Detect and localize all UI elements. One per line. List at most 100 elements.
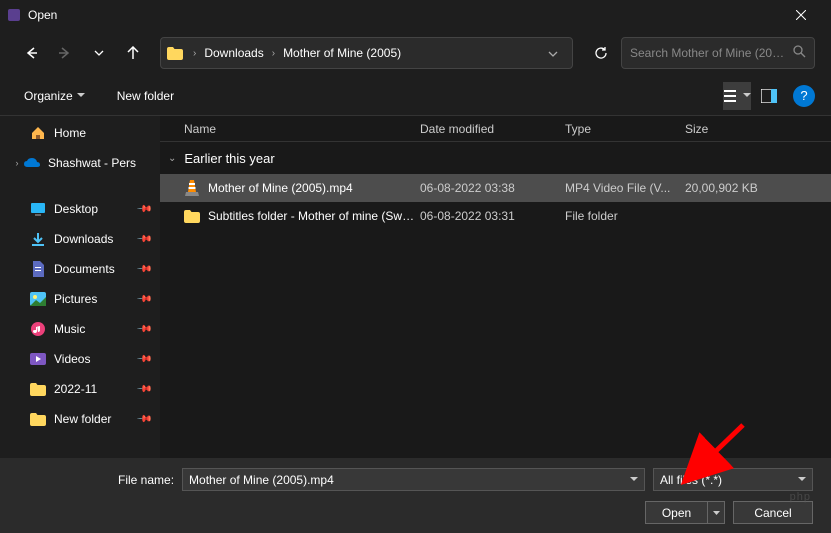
refresh-icon [594, 46, 608, 60]
app-icon [8, 9, 20, 21]
organize-button[interactable]: Organize [16, 85, 93, 107]
preview-pane-button[interactable] [755, 82, 783, 110]
file-row[interactable]: Subtitles folder - Mother of mine (Swede… [160, 202, 831, 230]
sidebar-item-onedrive[interactable]: › Shashwat - Pers [0, 148, 160, 178]
column-header-size[interactable]: Size [685, 122, 831, 136]
sidebar-item-desktop[interactable]: Desktop 📌 [0, 194, 160, 224]
sidebar-item-home[interactable]: Home [0, 118, 160, 148]
file-date: 06-08-2022 03:31 [420, 209, 565, 223]
chevron-down-icon [798, 477, 806, 482]
titlebar: Open [0, 0, 831, 30]
chevron-down-icon [94, 50, 104, 56]
preview-icon [761, 89, 777, 103]
pin-icon: 📌 [135, 321, 152, 338]
sidebar-item-downloads[interactable]: Downloads 📌 [0, 224, 160, 254]
filename-value: Mother of Mine (2005).mp4 [189, 473, 334, 487]
pin-icon: 📌 [135, 201, 152, 218]
chevron-down-icon [77, 93, 85, 98]
sidebar-item-label: Music [54, 322, 85, 336]
videos-icon [30, 351, 46, 367]
forward-button[interactable] [50, 38, 80, 68]
file-size: 20,00,902 KB [685, 181, 831, 195]
column-header-type[interactable]: Type [565, 122, 685, 136]
search-input[interactable]: Search Mother of Mine (200... [621, 37, 815, 69]
column-headers: Name Date modified Type Size [160, 116, 831, 142]
sidebar-item-label: Downloads [54, 232, 113, 246]
arrow-up-icon [126, 46, 140, 60]
sidebar-item-label: Home [54, 126, 86, 140]
sidebar-item-folder[interactable]: New folder 📌 [0, 404, 160, 434]
sidebar-item-label: Shashwat - Pers [48, 156, 136, 170]
sidebar-item-label: Documents [54, 262, 115, 276]
close-icon [796, 10, 806, 20]
column-header-name[interactable]: Name [160, 122, 420, 136]
cancel-button[interactable]: Cancel [733, 501, 813, 524]
pin-icon: 📌 [135, 411, 152, 428]
file-name: Mother of Mine (2005).mp4 [208, 181, 420, 195]
file-type: File folder [565, 209, 685, 223]
sidebar-item-folder[interactable]: 2022-11 📌 [0, 374, 160, 404]
view-list-button[interactable] [723, 82, 751, 110]
sidebar-item-label: Pictures [54, 292, 97, 306]
downloads-icon [30, 231, 46, 247]
breadcrumb-dropdown[interactable] [540, 44, 566, 62]
sidebar-item-pictures[interactable]: Pictures 📌 [0, 284, 160, 314]
chevron-down-icon [548, 51, 558, 57]
bottom-panel: File name: Mother of Mine (2005).mp4 All… [0, 458, 831, 533]
open-button[interactable]: Open [645, 501, 707, 524]
sidebar-item-label: Desktop [54, 202, 98, 216]
breadcrumb-item[interactable]: Downloads [200, 44, 267, 62]
search-placeholder: Search Mother of Mine (200... [630, 46, 787, 60]
cancel-label: Cancel [754, 506, 791, 520]
chevron-right-icon: › [189, 48, 200, 59]
back-button[interactable] [16, 38, 46, 68]
file-date: 06-08-2022 03:38 [420, 181, 565, 195]
pin-icon: 📌 [135, 231, 152, 248]
folder-icon [30, 381, 46, 397]
pin-icon: 📌 [135, 261, 152, 278]
group-header[interactable]: ⌄ Earlier this year [160, 142, 831, 174]
new-folder-button[interactable]: New folder [109, 85, 182, 107]
file-type: MP4 Video File (V... [565, 181, 685, 195]
recent-dropdown[interactable] [84, 38, 114, 68]
search-icon [793, 45, 806, 61]
pin-icon: 📌 [135, 351, 152, 368]
column-header-date[interactable]: Date modified [420, 122, 565, 136]
group-label: Earlier this year [184, 151, 274, 166]
close-button[interactable] [778, 0, 823, 30]
chevron-right-icon: › [268, 48, 279, 59]
chevron-down-icon: ⌄ [168, 153, 176, 164]
breadcrumb-item[interactable]: Mother of Mine (2005) [279, 44, 405, 62]
help-button[interactable]: ? [793, 85, 815, 107]
breadcrumb[interactable]: › Downloads › Mother of Mine (2005) [160, 37, 573, 69]
folder-icon [167, 47, 183, 60]
pictures-icon [30, 291, 46, 307]
navigation-toolbar: › Downloads › Mother of Mine (2005) Sear… [0, 30, 831, 76]
chevron-down-icon [743, 93, 751, 98]
new-folder-label: New folder [117, 89, 174, 103]
open-label: Open [662, 506, 691, 520]
music-icon [30, 321, 46, 337]
sidebar-item-label: New folder [54, 412, 111, 426]
filename-input[interactable]: Mother of Mine (2005).mp4 [182, 468, 645, 491]
desktop-icon [30, 201, 46, 217]
open-dropdown-button[interactable] [707, 501, 725, 524]
arrow-right-icon [58, 46, 72, 60]
sidebar-item-music[interactable]: Music 📌 [0, 314, 160, 344]
onedrive-icon [24, 155, 40, 171]
file-type-filter[interactable]: All files (*.*) [653, 468, 813, 491]
refresh-button[interactable] [585, 37, 617, 69]
up-button[interactable] [118, 38, 148, 68]
sidebar: Home › Shashwat - Pers Desktop 📌 Downloa… [0, 116, 160, 458]
sidebar-item-videos[interactable]: Videos 📌 [0, 344, 160, 374]
sidebar-item-documents[interactable]: Documents 📌 [0, 254, 160, 284]
arrow-left-icon [24, 46, 38, 60]
file-row[interactable]: Mother of Mine (2005).mp4 06-08-2022 03:… [160, 174, 831, 202]
list-icon [724, 89, 740, 103]
filename-label: File name: [118, 473, 174, 487]
main-area: Home › Shashwat - Pers Desktop 📌 Downloa… [0, 116, 831, 458]
window-title: Open [28, 8, 778, 22]
organize-label: Organize [24, 89, 73, 103]
folder-icon [30, 411, 46, 427]
chevron-down-icon [630, 477, 638, 482]
